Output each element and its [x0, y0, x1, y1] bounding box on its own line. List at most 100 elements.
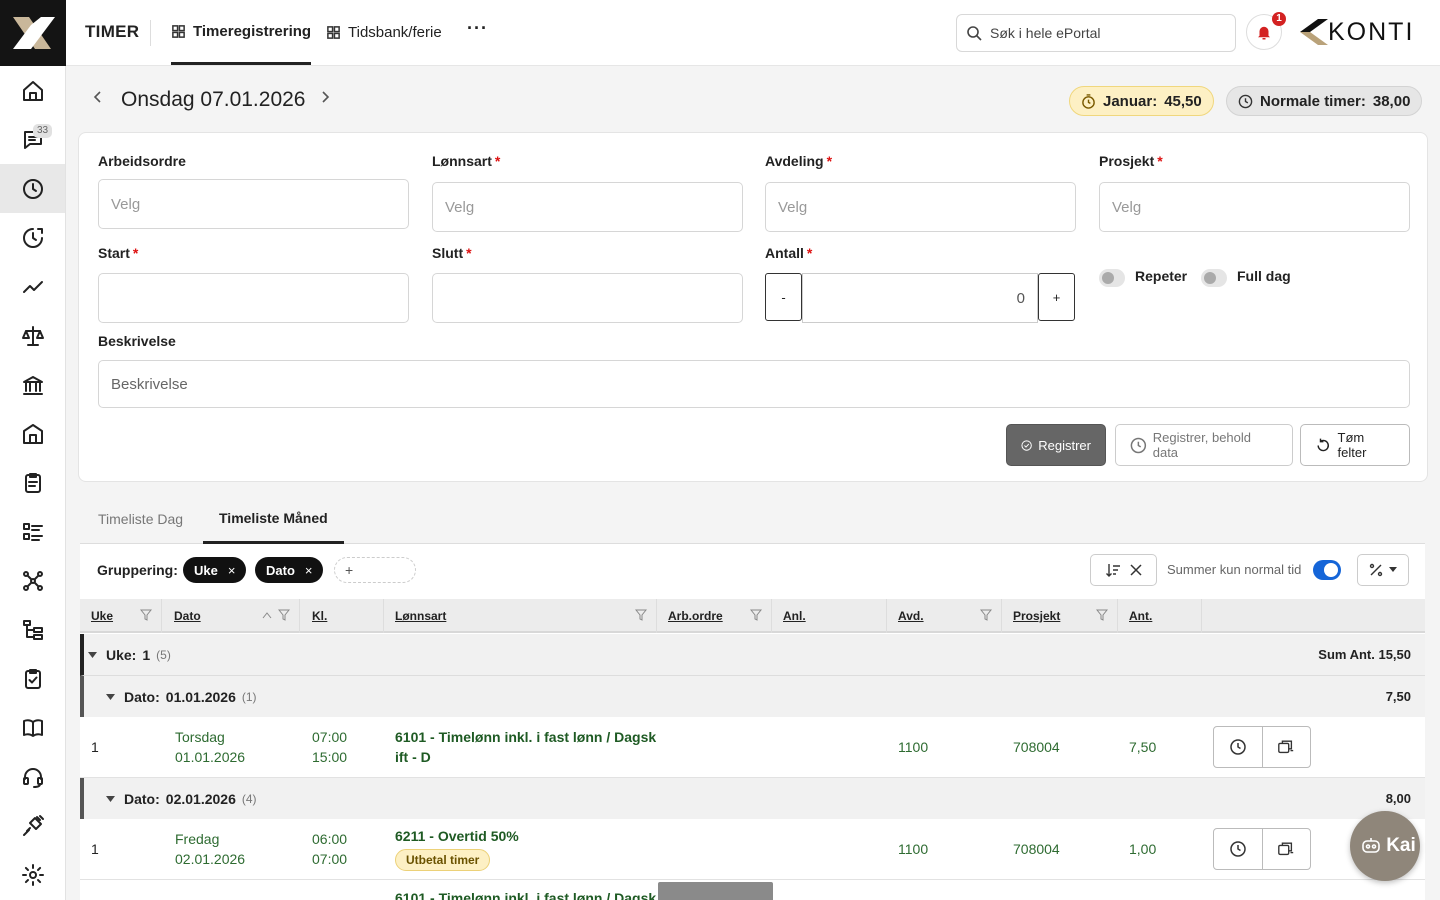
nav-timer[interactable]: [0, 164, 65, 213]
sum-normal-switch[interactable]: [1313, 560, 1341, 580]
robot-icon: [1362, 838, 1381, 853]
cell-ant: 7,50: [1129, 739, 1157, 755]
start-label: Start *: [98, 245, 139, 261]
cell-lonnsart: 6101 - Timelønn inkl. i fast lønn / Dags…: [395, 729, 657, 765]
konti-logo[interactable]: [0, 0, 66, 66]
row-actions: [1213, 828, 1311, 870]
caret-down-icon: [88, 651, 97, 658]
arbeidsordre-select[interactable]: Velg: [98, 179, 409, 229]
avdeling-select[interactable]: Velg: [765, 182, 1076, 232]
remove-chip-icon[interactable]: ×: [305, 563, 313, 578]
filter-icon[interactable]: [140, 609, 152, 621]
row-history-button[interactable]: [1214, 727, 1263, 767]
sort-icon: [1105, 564, 1120, 577]
column-prosjekt[interactable]: Prosjekt: [1002, 599, 1118, 633]
filter-icon[interactable]: [750, 609, 762, 621]
sort-asc-icon[interactable]: [262, 611, 272, 619]
increase-quantity-button[interactable]: +: [1038, 273, 1075, 321]
grid-icon: [172, 24, 185, 38]
row-copy-button[interactable]: [1263, 829, 1311, 869]
group-label: Dato:: [124, 790, 160, 807]
filter-icon[interactable]: [278, 609, 290, 621]
row-history-button[interactable]: [1214, 829, 1263, 869]
column-uke[interactable]: Uke: [80, 599, 162, 633]
tab-timeliste-maned[interactable]: Timeliste Måned: [203, 495, 344, 544]
column-kl[interactable]: Kl.: [301, 599, 384, 633]
group-chip-dato[interactable]: Dato ×: [255, 557, 324, 583]
copy-icon: [1278, 740, 1294, 754]
search-input[interactable]: [990, 25, 1210, 41]
group-chip-uke[interactable]: Uke ×: [183, 557, 247, 583]
register-button[interactable]: Registrer: [1006, 424, 1106, 466]
sum-normal-label: Summer kun normal tid: [1167, 562, 1302, 577]
nav-trend[interactable]: [0, 262, 65, 311]
nav-clipboard[interactable]: [0, 458, 65, 507]
nav-balance[interactable]: [0, 311, 65, 360]
repeat-toggle[interactable]: [1099, 269, 1125, 287]
column-avd[interactable]: Avd.: [887, 599, 1002, 633]
nav-home[interactable]: [0, 66, 65, 115]
clear-sort-button[interactable]: [1090, 554, 1157, 586]
percent-menu-button[interactable]: [1357, 554, 1409, 586]
month-hours-badge: Januar: 45,50: [1069, 86, 1214, 116]
week-group-row[interactable]: Uke: 1 (5) Sum Ant. 15,50: [80, 634, 1425, 676]
column-arbordre[interactable]: Arb.ordre: [657, 599, 772, 633]
nav-integrations[interactable]: [0, 801, 65, 850]
date-group-row[interactable]: Dato: 02.01.2026 (4) 8,00: [80, 778, 1425, 820]
next-day-button[interactable]: [319, 90, 331, 109]
column-lonnsart[interactable]: Lønnsart: [384, 599, 657, 633]
decrease-quantity-button[interactable]: -: [765, 273, 802, 321]
clock-icon: [1238, 94, 1253, 108]
search-box[interactable]: [956, 14, 1236, 52]
filter-icon[interactable]: [635, 609, 647, 621]
description-input[interactable]: Beskrivelse: [98, 360, 1410, 408]
date-header: Onsdag 07.01.2026 Januar: 45,50 Normale …: [66, 66, 1440, 132]
table-row[interactable]: 1 Torsdag 01.01.2026 07:00 15:00 6101 - …: [80, 717, 1425, 778]
date-group-row[interactable]: Dato: 01.01.2026 (1) 7,50: [80, 676, 1425, 718]
tab-tidsbank-ferie[interactable]: Tidsbank/ferie: [326, 0, 442, 64]
add-grouping-button[interactable]: +: [334, 557, 416, 583]
network-icon: [22, 570, 43, 591]
nav-timebank[interactable]: [0, 213, 65, 262]
nav-messages[interactable]: 33: [0, 115, 65, 164]
end-time-input[interactable]: [432, 273, 743, 323]
nav-settings[interactable]: [0, 850, 65, 899]
nav-task[interactable]: [0, 654, 65, 703]
filter-icon[interactable]: [1096, 609, 1108, 621]
nav-network[interactable]: [0, 556, 65, 605]
app-title: TIMER: [85, 22, 140, 41]
nav-support[interactable]: [0, 752, 65, 801]
nav-building[interactable]: [0, 409, 65, 458]
register-keep-data-button[interactable]: Registrer, behold data: [1115, 424, 1293, 466]
group-count: (4): [241, 791, 257, 806]
more-tabs-button[interactable]: ···: [467, 18, 488, 39]
tab-timeregistrering[interactable]: Timeregistrering: [171, 0, 312, 65]
full-day-toggle[interactable]: [1201, 269, 1227, 287]
quantity-input[interactable]: 0: [802, 273, 1038, 323]
payout-tag: Utbetal timer: [395, 849, 491, 871]
table-row[interactable]: 1 Fredag 02.01.2026 06:00 07:00 6211 - O…: [80, 819, 1425, 880]
remove-chip-icon[interactable]: ×: [228, 563, 236, 578]
start-time-input[interactable]: [98, 273, 409, 323]
previous-day-button[interactable]: [92, 90, 104, 109]
row-copy-button[interactable]: [1263, 727, 1311, 767]
lonnsart-label: Lønnsart *: [432, 153, 501, 169]
nav-list[interactable]: [0, 507, 65, 556]
tab-timeliste-dag[interactable]: Timeliste Dag: [98, 495, 183, 543]
lonnsart-select[interactable]: Velg: [432, 182, 743, 232]
kai-assistant-button[interactable]: Kai: [1350, 811, 1420, 881]
bank-icon: [22, 375, 43, 395]
cell-avd: 1100: [898, 841, 929, 857]
filter-icon[interactable]: [980, 609, 992, 621]
horizontal-scrollbar[interactable]: [658, 882, 773, 900]
column-anl[interactable]: Anl.: [772, 599, 887, 633]
nav-bank[interactable]: [0, 360, 65, 409]
prosjekt-select[interactable]: Velg: [1099, 182, 1410, 232]
nav-book[interactable]: [0, 703, 65, 752]
notifications-button[interactable]: 1: [1246, 12, 1286, 50]
clear-fields-button[interactable]: Tøm felter: [1300, 424, 1410, 466]
nav-tree[interactable]: [0, 605, 65, 654]
task-icon: [24, 668, 41, 689]
column-dato[interactable]: Dato: [163, 599, 300, 633]
column-ant[interactable]: Ant.: [1118, 599, 1202, 633]
